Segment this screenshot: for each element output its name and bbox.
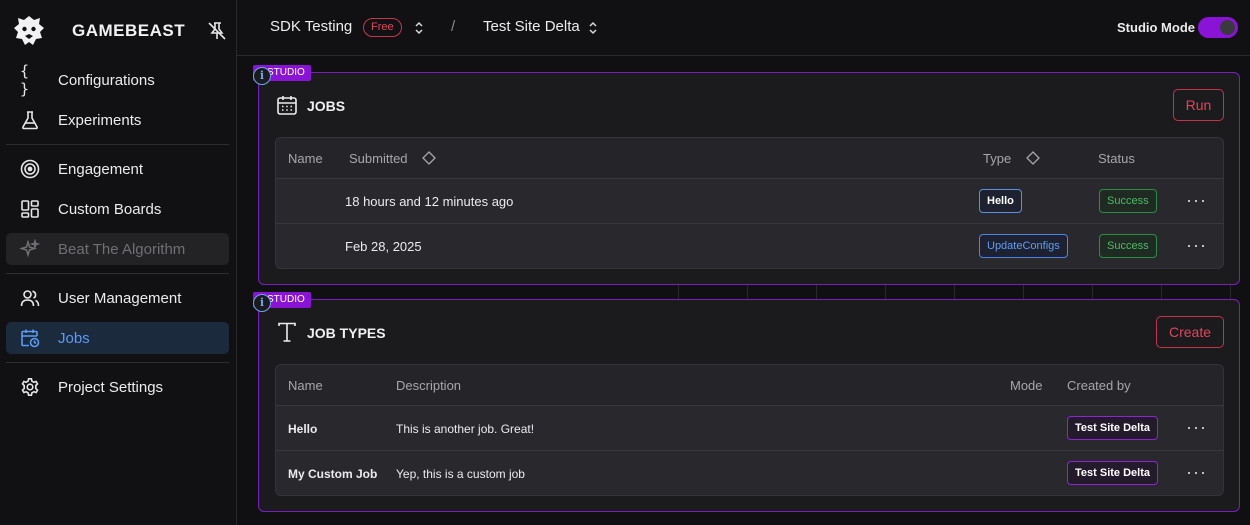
column-header-mode: Mode bbox=[1010, 378, 1043, 393]
column-header-created-by: Created by bbox=[1067, 378, 1131, 393]
dashboard-icon bbox=[20, 199, 40, 219]
row-actions-button[interactable]: ··· bbox=[1186, 235, 1207, 256]
info-icon[interactable]: i bbox=[253, 67, 271, 85]
sidebar-item-label: Project Settings bbox=[58, 378, 164, 396]
sidebar-item-jobs[interactable]: Jobs bbox=[6, 322, 229, 354]
braces-icon: { } bbox=[20, 62, 30, 98]
jobs-panel: STUDIO i JOBS Run Name Submitted Type St… bbox=[253, 65, 1240, 285]
sidebar-item-label: Experiments bbox=[58, 111, 142, 129]
job-type-badge: UpdateConfigs bbox=[979, 234, 1068, 258]
calendar-icon bbox=[277, 96, 297, 115]
breadcrumb-separator: / bbox=[451, 18, 456, 35]
studio-mode-label: Studio Mode bbox=[1117, 20, 1195, 35]
sidebar-item-configurations[interactable]: { } Configurations bbox=[6, 62, 229, 98]
target-icon bbox=[20, 159, 40, 179]
table-row[interactable]: Feb 28, 2025 UpdateConfigs Success ··· bbox=[276, 224, 1223, 268]
sparkle-icon bbox=[20, 239, 40, 259]
sidebar-item-custom-boards[interactable]: Custom Boards bbox=[6, 193, 229, 225]
sidebar-divider bbox=[6, 273, 229, 274]
column-header-name: Name bbox=[288, 378, 323, 393]
plan-badge: Free bbox=[363, 18, 402, 37]
panel-title: JOB TYPES bbox=[307, 325, 386, 341]
sidebar-item-project-settings[interactable]: Project Settings bbox=[6, 371, 229, 403]
sidebar-divider bbox=[6, 144, 229, 145]
row-actions-button[interactable]: ··· bbox=[1186, 417, 1207, 438]
panel-title: JOBS bbox=[307, 98, 346, 114]
sidebar-item-label: Custom Boards bbox=[58, 200, 162, 218]
toggle-knob bbox=[1220, 20, 1235, 35]
column-header-name: Name bbox=[288, 151, 323, 166]
job-type-name: Hello bbox=[288, 422, 318, 436]
chevron-up-down-icon[interactable] bbox=[588, 20, 598, 36]
chevron-up-down-icon[interactable] bbox=[414, 20, 424, 36]
job-type-name: My Custom Job bbox=[288, 467, 378, 481]
brand-name: GAMEBEAST bbox=[72, 21, 186, 40]
job-type-badge: Hello bbox=[979, 189, 1022, 213]
studio-mode-toggle[interactable] bbox=[1198, 17, 1238, 38]
brand[interactable]: GAMEBEAST bbox=[12, 12, 237, 50]
flask-icon bbox=[20, 110, 40, 130]
job-types-panel: STUDIO i JOB TYPES Create Name Descripti… bbox=[253, 292, 1240, 512]
job-submitted: 18 hours and 12 minutes ago bbox=[345, 194, 514, 209]
sort-icon[interactable] bbox=[422, 151, 436, 165]
gear-icon bbox=[20, 377, 40, 397]
site-selector[interactable]: Test Site Delta bbox=[483, 18, 580, 35]
sidebar-item-engagement[interactable]: Engagement bbox=[6, 153, 229, 185]
table-row[interactable]: My Custom Job Yep, this is a custom job … bbox=[276, 451, 1223, 495]
table-row[interactable]: Hello This is another job. Great! Test S… bbox=[276, 406, 1223, 451]
sort-icon[interactable] bbox=[1026, 151, 1040, 165]
sidebar-item-label: Jobs bbox=[58, 329, 90, 347]
top-bar: SDK Testing Free / Test Site Delta Studi… bbox=[237, 0, 1250, 56]
created-by-badge: Test Site Delta bbox=[1067, 416, 1158, 440]
status-badge: Success bbox=[1099, 234, 1157, 258]
gamebeast-logo-icon bbox=[12, 14, 46, 48]
column-header-submitted[interactable]: Submitted bbox=[349, 151, 408, 166]
table-header: Name Description Mode Created by bbox=[276, 365, 1223, 406]
sidebar-item-beat-the-algorithm: Beat The Algorithm bbox=[6, 233, 229, 265]
text-type-icon bbox=[278, 322, 296, 342]
jobs-table: Name Submitted Type Status 18 hours and … bbox=[275, 137, 1224, 269]
sidebar-item-experiments[interactable]: Experiments bbox=[6, 104, 229, 136]
info-icon[interactable]: i bbox=[253, 294, 271, 312]
run-button[interactable]: Run bbox=[1173, 89, 1224, 121]
sidebar-item-user-management[interactable]: User Management bbox=[6, 282, 229, 314]
row-actions-button[interactable]: ··· bbox=[1186, 462, 1207, 483]
job-submitted: Feb 28, 2025 bbox=[345, 239, 422, 254]
column-header-type[interactable]: Type bbox=[983, 151, 1011, 166]
status-badge: Success bbox=[1099, 189, 1157, 213]
unpin-sidebar-icon[interactable] bbox=[206, 20, 228, 42]
column-header-status: Status bbox=[1098, 151, 1135, 166]
job-types-table: Name Description Mode Created by Hello T… bbox=[275, 364, 1224, 496]
row-actions-button[interactable]: ··· bbox=[1186, 190, 1207, 211]
sidebar: GAMEBEAST { } Configurations Experiments… bbox=[0, 0, 237, 525]
created-by-badge: Test Site Delta bbox=[1067, 461, 1158, 485]
sidebar-item-label: Beat The Algorithm bbox=[58, 240, 186, 258]
calendar-clock-icon bbox=[20, 328, 40, 348]
sidebar-item-label: Engagement bbox=[58, 160, 144, 178]
column-header-description: Description bbox=[396, 378, 462, 393]
sidebar-divider bbox=[6, 362, 229, 363]
job-type-description: This is another job. Great! bbox=[396, 422, 535, 436]
create-button[interactable]: Create bbox=[1156, 316, 1224, 348]
project-selector[interactable]: SDK Testing bbox=[270, 18, 352, 35]
sidebar-item-label: User Management bbox=[58, 289, 182, 307]
users-icon bbox=[20, 288, 40, 308]
table-header: Name Submitted Type Status bbox=[276, 138, 1223, 179]
sidebar-item-label: Configurations bbox=[58, 71, 155, 89]
table-row[interactable]: 18 hours and 12 minutes ago Hello Succes… bbox=[276, 179, 1223, 224]
job-type-description: Yep, this is a custom job bbox=[396, 467, 525, 481]
background-grid bbox=[610, 285, 1240, 299]
